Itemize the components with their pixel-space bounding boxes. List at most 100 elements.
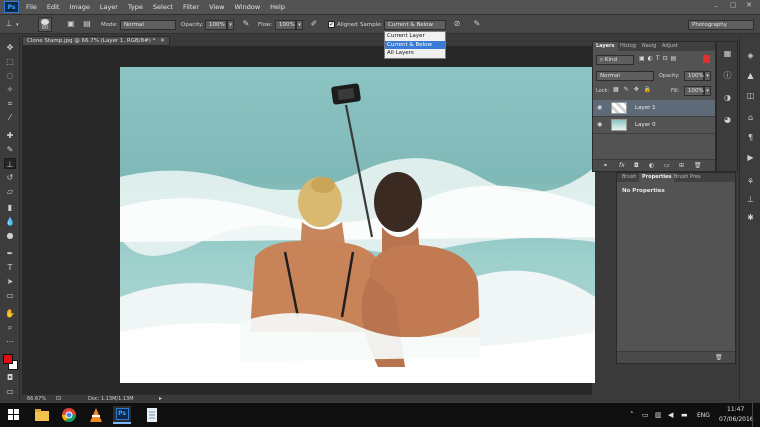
sample-option-current-and-below[interactable]: Current & Below [385, 40, 445, 49]
styles-icon[interactable]: ◕ [722, 114, 733, 125]
pen-tool-icon[interactable]: ✒ [4, 248, 16, 259]
blur-tool-icon[interactable]: 💧 [4, 216, 16, 227]
show-hidden-icons-icon[interactable]: ˄ [630, 411, 634, 419]
adjustment-layer-icon[interactable]: ◐ [649, 162, 654, 169]
menu-window[interactable]: Window [235, 3, 261, 11]
language-indicator[interactable]: ENG [697, 412, 710, 419]
brush-panel-icon[interactable]: ▤ [82, 19, 92, 29]
info-icon[interactable]: ⓘ [722, 70, 733, 81]
sample-option-current-layer[interactable]: Current Layer [385, 32, 445, 41]
tab-properties[interactable]: Properties [639, 173, 675, 182]
notifications-icon[interactable]: ▭ [642, 411, 649, 419]
move-tool-icon[interactable]: ✥ [4, 42, 16, 53]
clone-source-panel-icon[interactable]: ▣ [66, 19, 76, 29]
battery-icon[interactable]: ▬ [681, 411, 688, 419]
clock-time[interactable]: 11:47 [727, 406, 744, 413]
menu-image[interactable]: Image [69, 3, 89, 11]
type-tool-icon[interactable]: T [4, 262, 16, 273]
color-icon[interactable]: ◑ [722, 92, 733, 103]
tab-layers[interactable]: Layers [593, 42, 618, 51]
eyedropper-tool-icon[interactable]: ⁄ [4, 112, 16, 123]
opacity-dropdown-arrow[interactable]: ▾ [227, 20, 234, 30]
eraser-tool-icon[interactable]: ▱ [4, 186, 16, 197]
clone-source-dock-icon[interactable]: ⊥ [745, 194, 756, 205]
actions-dock-icon[interactable]: ▶ [745, 152, 756, 163]
pressure-size-icon[interactable]: ✎ [472, 19, 482, 29]
gradient-tool-icon[interactable]: ▮ [4, 202, 16, 213]
notepad-icon[interactable] [144, 407, 160, 423]
document-tab[interactable]: Clone Stamp.jpg @ 66.7% (Layer 1, RGB/8#… [22, 36, 170, 46]
menu-help[interactable]: Help [270, 3, 285, 11]
menu-view[interactable]: View [209, 3, 224, 11]
brush-preset-picker[interactable]: 80 [38, 17, 52, 32]
opacity-input[interactable]: 100% [205, 20, 227, 30]
close-icon[interactable]: ✕ [746, 1, 752, 9]
tab-brush[interactable]: Brush [619, 173, 639, 182]
menu-layer[interactable]: Layer [100, 3, 118, 11]
photoshop-taskbar-icon[interactable]: Ps [113, 406, 131, 424]
aligned-checkbox[interactable]: ✓ [328, 21, 335, 28]
pressure-opacity-icon[interactable]: ✎ [241, 19, 251, 29]
document-canvas-photo[interactable] [120, 67, 595, 383]
layer-opacity-dropdown-arrow[interactable]: ▾ [704, 71, 711, 81]
ignore-adjustment-layers-icon[interactable]: ⊘ [452, 19, 462, 29]
menu-edit[interactable]: Edit [47, 3, 60, 11]
layer-row-layer-0[interactable]: ◉ Layer 0 [593, 117, 715, 134]
flow-dropdown-arrow[interactable]: ▾ [296, 20, 303, 30]
visibility-eye-icon[interactable]: ◉ [597, 121, 602, 128]
more-tools-icon[interactable]: ⋯ [4, 336, 16, 347]
delete-icon[interactable]: 🗑 [715, 354, 723, 361]
network-icon[interactable]: ▥ [655, 411, 662, 419]
screen-mode-icon[interactable]: ▭ [4, 386, 16, 397]
clone-stamp-tool-preset-icon[interactable]: ⊥ [4, 19, 14, 29]
status-info-icon[interactable]: ⊡ [56, 395, 61, 402]
masks-dock-icon[interactable]: ◫ [745, 90, 756, 101]
tool-presets-dock-icon[interactable]: ⚘ [745, 176, 756, 187]
menu-select[interactable]: Select [153, 3, 173, 11]
paragraph-dock-icon[interactable]: ¶ [745, 132, 756, 143]
workspace-select[interactable]: Photography [688, 20, 754, 30]
minimize-icon[interactable]: – [714, 2, 718, 10]
add-mask-icon[interactable]: ◘ [634, 162, 639, 169]
windows-start-icon[interactable] [8, 409, 20, 421]
filter-toggle-icon[interactable] [703, 55, 710, 63]
new-group-icon[interactable]: ▭ [664, 162, 670, 169]
delete-layer-icon[interactable]: 🗑 [694, 162, 702, 169]
quick-mask-icon[interactable]: ◘ [4, 372, 16, 383]
menu-file[interactable]: File [26, 3, 37, 11]
brush-tool-icon[interactable]: ✎ [4, 144, 16, 155]
tab-adjustments[interactable]: Adjust [659, 42, 681, 51]
volume-icon[interactable]: ◀ [668, 411, 673, 419]
history-brush-tool-icon[interactable]: ↺ [4, 172, 16, 183]
visibility-eye-icon[interactable]: ◉ [597, 104, 602, 111]
menu-type[interactable]: Type [128, 3, 143, 11]
hand-tool-icon[interactable]: ✋ [4, 308, 16, 319]
crop-tool-icon[interactable]: ⌗ [4, 98, 16, 109]
foreground-color-swatch[interactable] [3, 354, 13, 364]
sample-option-all-layers[interactable]: All Layers [385, 49, 445, 58]
airbrush-icon[interactable]: ✐ [309, 19, 319, 29]
tab-histogram[interactable]: Histog [617, 42, 639, 51]
marquee-tool-icon[interactable]: ⬚ [4, 56, 16, 67]
brush-settings-dock-icon[interactable]: ✱ [745, 212, 756, 223]
adjustments-dock-icon[interactable]: ▲ [745, 70, 756, 81]
layer-row-layer-1[interactable]: ◉ Layer 1 [593, 100, 715, 117]
healing-brush-tool-icon[interactable]: ✚ [4, 130, 16, 141]
tab-navigator[interactable]: Navig [639, 42, 659, 51]
zoom-level[interactable]: 66.67% [27, 396, 46, 402]
fx-icon[interactable]: fx [619, 162, 625, 169]
menu-filter[interactable]: Filter [183, 3, 199, 11]
fill-dropdown-arrow[interactable]: ▾ [704, 86, 711, 96]
tab-brush-presets[interactable]: Brush Pres [671, 173, 704, 182]
vlc-icon[interactable] [88, 407, 104, 423]
new-layer-icon[interactable]: ⊞ [679, 162, 684, 169]
fill-input[interactable]: 100% [684, 86, 704, 96]
blend-mode-select[interactable]: Normal [596, 71, 654, 81]
clone-stamp-tool-icon[interactable]: ⊥ [4, 158, 16, 169]
layers-dock-icon[interactable]: ◈ [745, 50, 756, 61]
swatches-icon[interactable]: ▦ [722, 48, 733, 59]
status-menu-arrow-icon[interactable]: ▸ [159, 395, 162, 402]
clock-date[interactable]: 07/06/2016 [719, 416, 754, 423]
mode-select[interactable]: Normal [120, 20, 176, 30]
dodge-tool-icon[interactable]: ● [4, 230, 16, 241]
